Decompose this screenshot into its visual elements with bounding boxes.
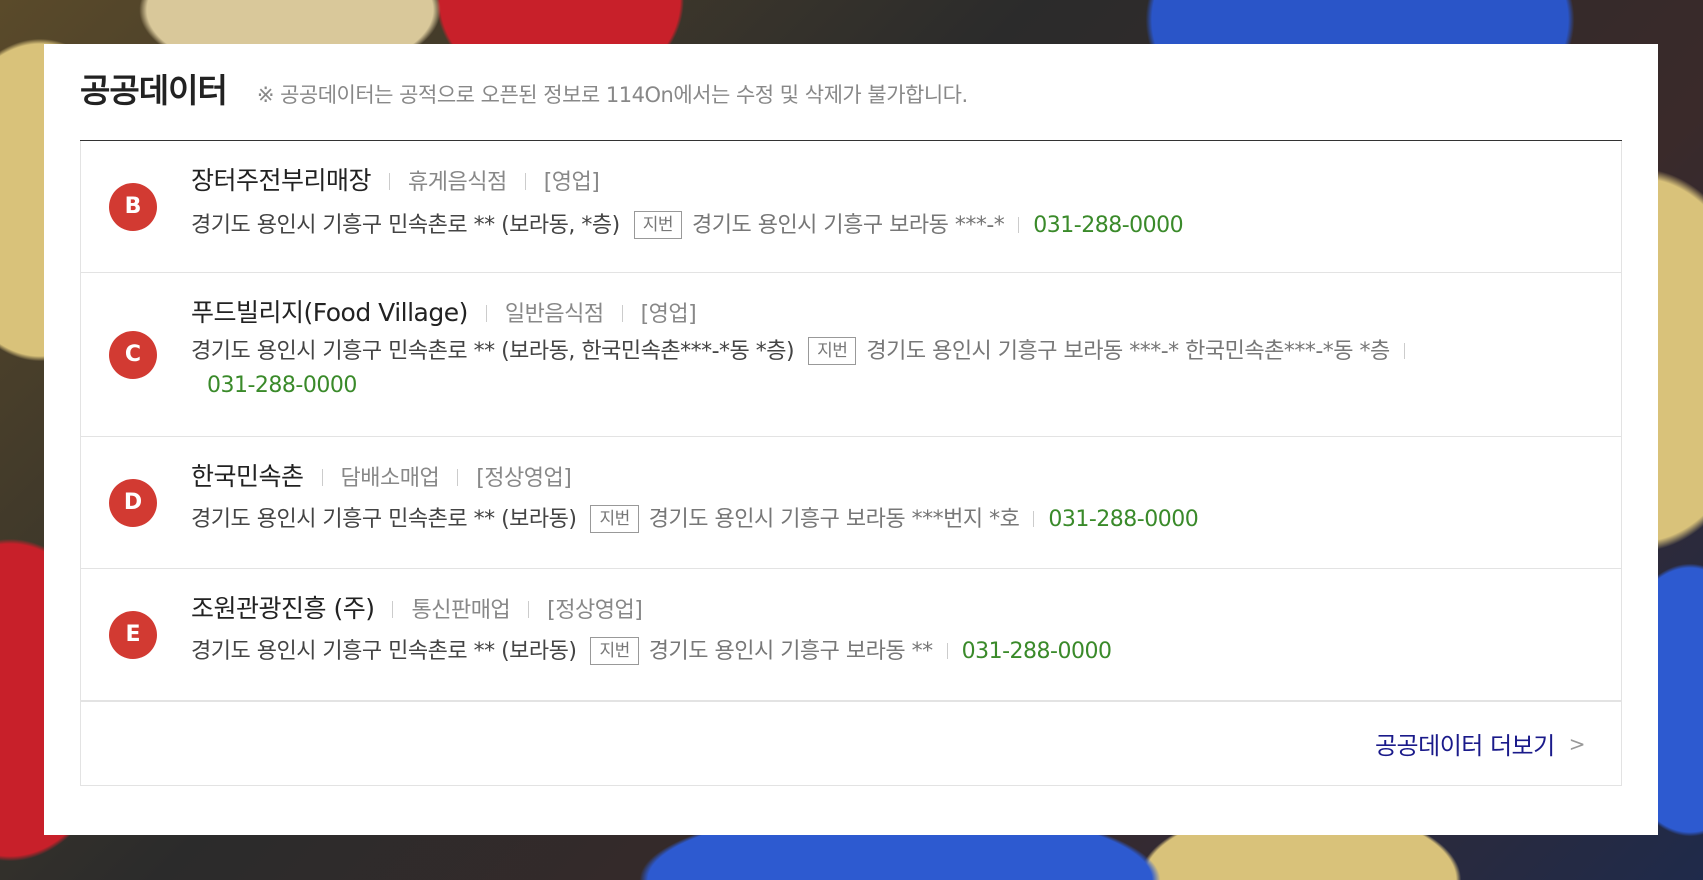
jibun-badge: 지번 bbox=[808, 337, 857, 365]
map-marker-badge: D bbox=[109, 478, 157, 527]
chevron-right-icon: > bbox=[1568, 731, 1586, 756]
place-name[interactable]: 한국민속촌 bbox=[191, 457, 304, 493]
map-marker-badge: E bbox=[109, 610, 157, 659]
list-item[interactable]: D 한국민속촌 담배소매업 [정상영업] 경기도 용인시 기흥구 민속촌로 **… bbox=[81, 437, 1621, 569]
divider bbox=[524, 173, 526, 190]
more-row: 공공데이터 더보기 > bbox=[80, 702, 1622, 786]
public-data-panel: 공공데이터 ※ 공공데이터는 공적으로 오픈된 정보로 114On에서는 수정 … bbox=[44, 44, 1658, 835]
page-title: 공공데이터 bbox=[80, 71, 228, 110]
place-category: 일반음식점 bbox=[504, 302, 604, 327]
business-status: [영업] bbox=[543, 170, 600, 195]
divider bbox=[621, 305, 623, 322]
jibun-address: 경기도 용인시 기흥구 보라동 ***번지 *호 bbox=[648, 507, 1020, 532]
divider bbox=[1033, 511, 1035, 527]
place-category: 통신판매업 bbox=[411, 598, 511, 623]
phone-number[interactable]: 031-288-0000 bbox=[1033, 213, 1183, 238]
place-name[interactable]: 조원관광진흥 (주) bbox=[191, 589, 375, 625]
business-status: [정상영업] bbox=[547, 598, 643, 623]
road-address: 경기도 용인시 기흥구 민속촌로 ** (보라동, *층) bbox=[191, 213, 620, 238]
more-public-data-link[interactable]: 공공데이터 더보기 > bbox=[1374, 726, 1586, 761]
business-status: [정상영업] bbox=[476, 466, 572, 491]
road-address: 경기도 용인시 기흥구 민속촌로 ** (보라동) bbox=[191, 507, 577, 532]
place-name[interactable]: 장터주전부리매장 bbox=[191, 161, 372, 197]
divider bbox=[485, 305, 487, 322]
jibun-address: 경기도 용인시 기흥구 보라동 ** bbox=[648, 639, 933, 664]
divider bbox=[946, 643, 948, 659]
divider bbox=[457, 469, 459, 486]
divider bbox=[528, 601, 530, 618]
place-name[interactable]: 푸드빌리지(Food Village) bbox=[191, 293, 468, 329]
more-link-label: 공공데이터 더보기 bbox=[1374, 732, 1555, 760]
list-item[interactable]: E 조원관광진흥 (주) 통신판매업 [정상영업] 경기도 용인시 기흥구 민속… bbox=[81, 569, 1621, 701]
divider bbox=[392, 601, 394, 618]
notice-text: ※ 공공데이터는 공적으로 오픈된 정보로 114On에서는 수정 및 삭제가 … bbox=[256, 83, 968, 107]
place-category: 휴게음식점 bbox=[408, 170, 507, 195]
phone-number[interactable]: 031-288-0000 bbox=[1048, 507, 1198, 532]
divider bbox=[389, 173, 391, 190]
place-category: 담배소매업 bbox=[340, 466, 440, 491]
divider bbox=[321, 469, 323, 486]
divider bbox=[1018, 217, 1020, 233]
list-item[interactable]: B 장터주전부리매장 휴게음식점 [영업] 경기도 용인시 기흥구 민속촌로 *… bbox=[81, 141, 1621, 273]
jibun-address: 경기도 용인시 기흥구 보라동 ***-* 한국민속촌***-*동 *층 bbox=[866, 339, 1390, 364]
divider bbox=[1403, 343, 1405, 359]
business-status: [영업] bbox=[640, 302, 697, 327]
jibun-badge: 지번 bbox=[633, 211, 682, 239]
phone-number[interactable]: 031-288-0000 bbox=[962, 639, 1112, 664]
map-marker-badge: C bbox=[109, 330, 157, 379]
phone-number[interactable]: 031-288-0000 bbox=[207, 373, 357, 398]
road-address: 경기도 용인시 기흥구 민속촌로 ** (보라동, 한국민속촌***-*동 *층… bbox=[191, 339, 795, 364]
list-item[interactable]: C 푸드빌리지(Food Village) 일반음식점 [영업] 경기도 용인시… bbox=[81, 273, 1621, 437]
jibun-badge: 지번 bbox=[590, 505, 639, 533]
place-list: B 장터주전부리매장 휴게음식점 [영업] 경기도 용인시 기흥구 민속촌로 *… bbox=[80, 141, 1622, 702]
panel-header: 공공데이터 ※ 공공데이터는 공적으로 오픈된 정보로 114On에서는 수정 … bbox=[80, 44, 1622, 141]
road-address: 경기도 용인시 기흥구 민속촌로 ** (보라동) bbox=[191, 639, 577, 664]
jibun-badge: 지번 bbox=[590, 637, 639, 665]
jibun-address: 경기도 용인시 기흥구 보라동 ***-* bbox=[691, 213, 1005, 238]
map-marker-badge: B bbox=[109, 182, 157, 231]
